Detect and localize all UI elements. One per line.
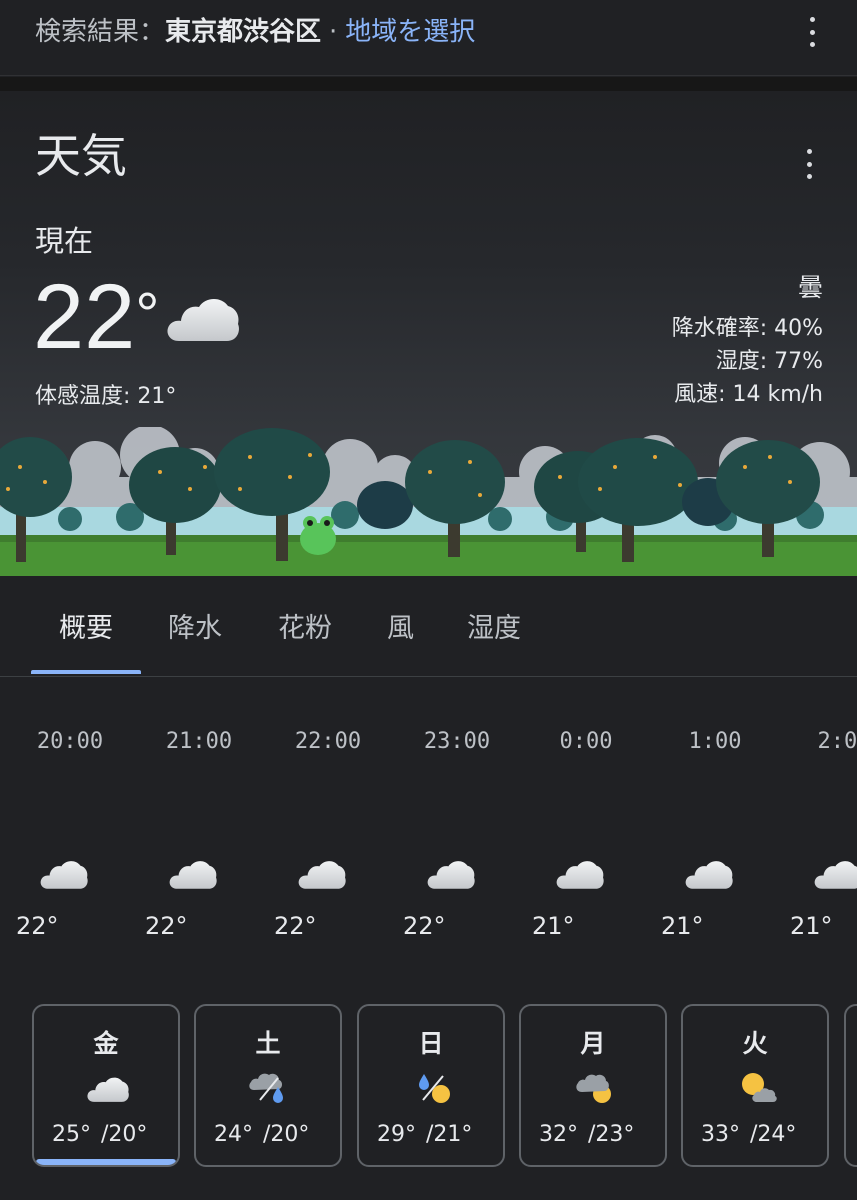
hour-time: 2:00	[817, 729, 857, 754]
current-temperature: 22°	[33, 271, 159, 363]
search-result-breadcrumb: 検索結果：東京都渋谷区 · 地域を選択	[35, 14, 475, 50]
hour-temp: 21°	[661, 912, 704, 940]
hour-item: 20:00 22°	[5, 677, 135, 967]
current-temperature-value: 22	[33, 266, 136, 368]
high-temp: 24°	[214, 1122, 253, 1147]
day-name: 月	[580, 1029, 606, 1058]
search-result-bar: 検索結果：東京都渋谷区 · 地域を選択	[0, 0, 857, 76]
section-divider	[0, 77, 857, 91]
rain-sun-icon	[419, 1074, 450, 1103]
cloud-icon	[87, 1077, 129, 1102]
hour-time: 21:00	[165, 729, 233, 754]
low-temp: /20°	[263, 1122, 310, 1147]
location-name: 東京都渋谷区	[165, 17, 322, 47]
cloud-icon	[814, 861, 857, 889]
day-card-sun[interactable]: 日 29° /21°	[357, 1004, 505, 1167]
cloud-icon	[298, 861, 346, 889]
separator-dot: ·	[329, 17, 338, 47]
day-temps: 33° /24°	[701, 1122, 796, 1147]
weather-card: 天気 現在 22° 体感温度: 21° 曇 降水確率: 40% 湿度: 77% …	[0, 91, 857, 1200]
condition-text: 曇	[797, 273, 823, 302]
cloud-icon	[40, 861, 88, 889]
hour-time: 22:00	[294, 729, 362, 754]
active-tab-indicator	[31, 670, 141, 674]
sun-cloud-icon	[742, 1073, 777, 1102]
high-temp: 33°	[701, 1122, 740, 1147]
feels-like: 体感温度: 21°	[35, 384, 177, 409]
low-temp: /20°	[101, 1122, 148, 1147]
humidity-value: 湿度: 77%	[715, 349, 823, 374]
cloud-icon	[167, 298, 239, 341]
select-region-link[interactable]: 地域を選択	[345, 17, 475, 47]
day-name: 日	[418, 1029, 444, 1058]
day-name: 火	[742, 1029, 768, 1058]
day-card-partial[interactable]	[844, 1004, 857, 1167]
weather-title: 天気	[35, 129, 127, 183]
low-temp: /24°	[750, 1122, 797, 1147]
tab-humidity[interactable]: 湿度	[467, 606, 521, 645]
day-temps: 24° /20°	[214, 1122, 309, 1147]
weather-tabs: 概要 降水 花粉 風 湿度	[0, 576, 857, 677]
more-options-icon[interactable]	[807, 17, 817, 47]
tab-pollen[interactable]: 花粉	[278, 606, 332, 645]
low-temp: /23°	[588, 1122, 635, 1147]
cloud-rain-icon	[249, 1073, 283, 1103]
weather-hero: 天気 現在 22° 体感温度: 21° 曇 降水確率: 40% 湿度: 77% …	[0, 91, 857, 576]
hour-time: 0:00	[559, 729, 613, 754]
daily-forecast: 金 25° /20° 土 24° /20° 日 29° /21° 月 32° /23°…	[0, 1004, 857, 1169]
high-temp: 25°	[52, 1122, 91, 1147]
search-result-prefix: 検索結果：	[35, 17, 166, 47]
day-temps: 25° /20°	[52, 1122, 147, 1147]
day-name: 土	[255, 1029, 281, 1058]
day-card-sat[interactable]: 土 24° /20°	[194, 1004, 342, 1167]
hour-time: 1:00	[688, 729, 742, 754]
high-temp: 29°	[377, 1122, 416, 1147]
hour-item: 21:00 22°	[134, 677, 264, 967]
hour-item: 0:00 21°	[521, 677, 651, 967]
now-label: 現在	[35, 224, 94, 258]
hour-temp: 22°	[403, 912, 446, 940]
cloud-icon	[427, 861, 475, 889]
hour-temp: 21°	[532, 912, 575, 940]
hour-temp: 21°	[790, 912, 833, 940]
cloud-sun-icon	[576, 1074, 611, 1103]
day-name: 金	[93, 1029, 119, 1058]
day-card-mon[interactable]: 月 32° /23°	[519, 1004, 667, 1167]
selected-day-indicator	[36, 1159, 176, 1165]
hour-item: 1:00 21°	[650, 677, 780, 967]
hourly-forecast[interactable]: 20:00 22° 21:00 22° 22:00 22° 23:00 22° …	[0, 677, 857, 967]
hour-item: 22:00 22°	[263, 677, 393, 967]
degree-symbol: °	[135, 281, 160, 348]
hour-time: 20:00	[36, 729, 104, 754]
hour-item: 2:00 21°	[779, 677, 857, 967]
hour-time: 23:00	[423, 729, 491, 754]
day-temps: 32° /23°	[539, 1122, 634, 1147]
hour-item: 23:00 22°	[392, 677, 522, 967]
weather-details: 曇 降水確率: 40% 湿度: 77% 風速: 14 km/h	[672, 271, 823, 411]
cloud-icon	[169, 861, 217, 889]
low-temp: /21°	[426, 1122, 473, 1147]
cloud-icon	[556, 861, 604, 889]
hour-temp: 22°	[274, 912, 317, 940]
hour-temp: 22°	[145, 912, 188, 940]
day-temps: 29° /21°	[377, 1122, 472, 1147]
hour-temp: 22°	[16, 912, 59, 940]
tab-precipitation[interactable]: 降水	[168, 606, 222, 645]
day-card-fri[interactable]: 金 25° /20°	[32, 1004, 180, 1167]
wind-speed: 風速: 14 km/h	[674, 382, 823, 407]
cloud-icon	[685, 861, 733, 889]
weather-more-options-icon[interactable]	[804, 149, 814, 179]
tab-wind[interactable]: 風	[387, 606, 414, 645]
tab-overview[interactable]: 概要	[59, 606, 113, 645]
weather-illustration	[0, 427, 857, 576]
precipitation-chance: 降水確率: 40%	[671, 316, 823, 341]
day-card-tue[interactable]: 火 33° /24°	[681, 1004, 829, 1167]
high-temp: 32°	[539, 1122, 578, 1147]
